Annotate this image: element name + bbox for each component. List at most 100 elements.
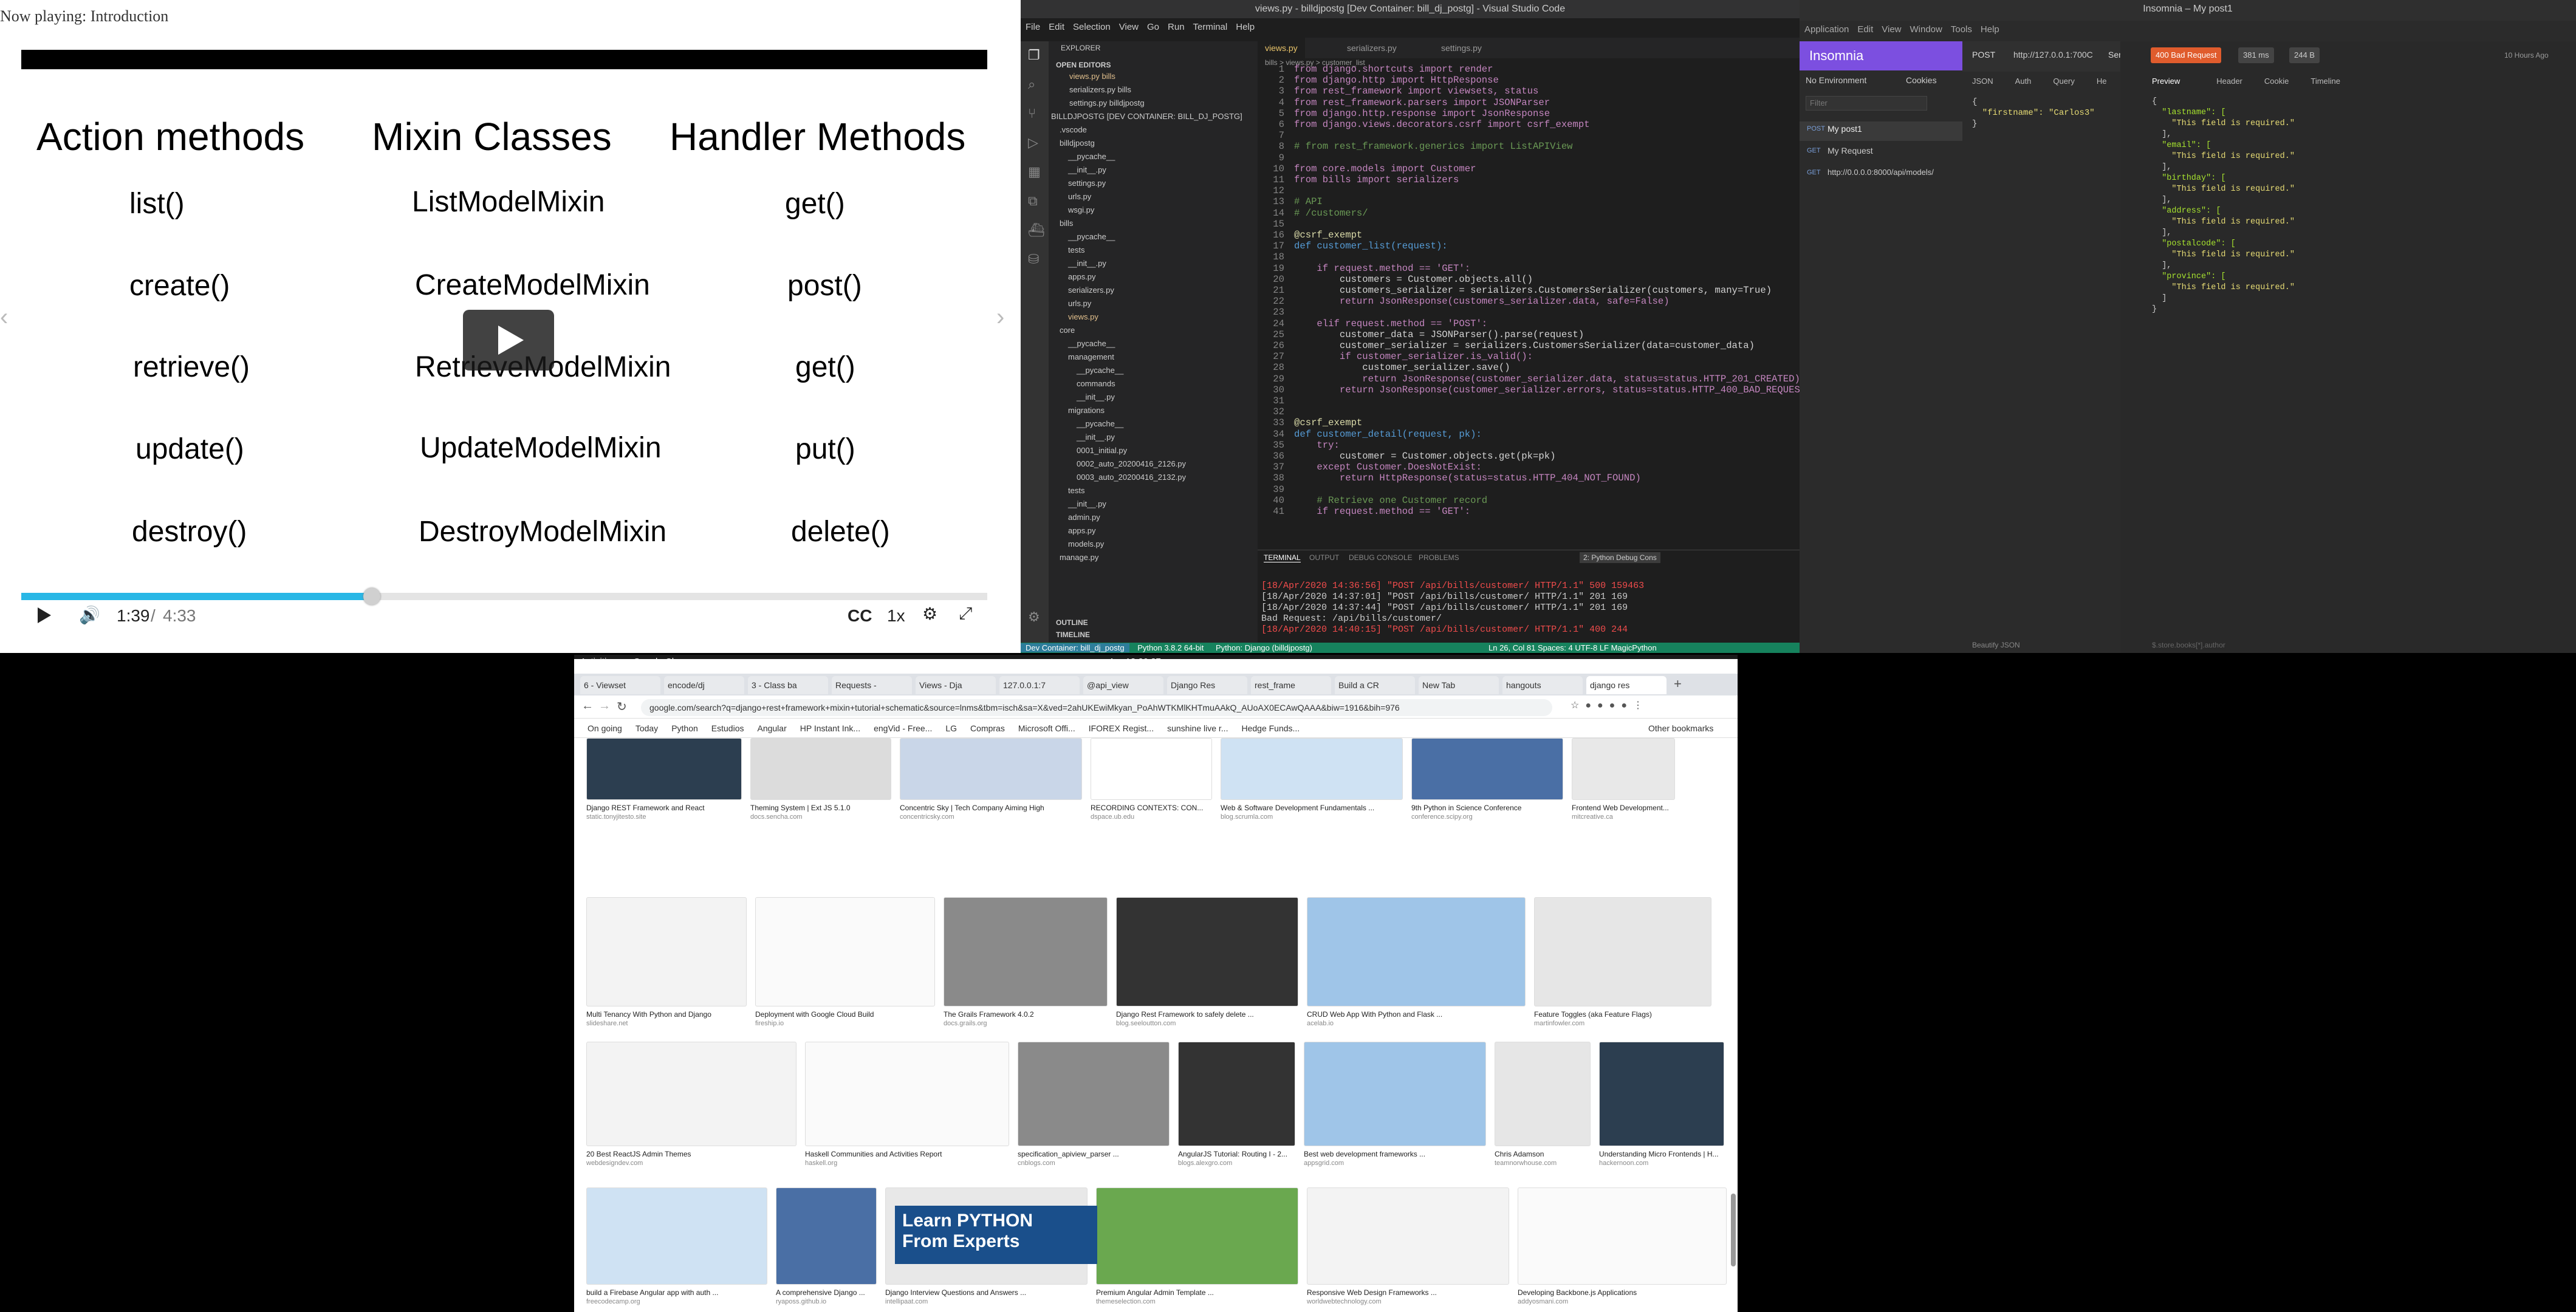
image-result[interactable]: Developing Backbone.js Applications addyo…: [1518, 1187, 1727, 1309]
menu-item[interactable]: File: [1026, 22, 1040, 32]
image-thumbnail[interactable]: [900, 738, 1082, 800]
browser-tab[interactable]: Django Res: [1167, 676, 1247, 694]
image-result[interactable]: Chris Adamson teamnorwhouse.com: [1495, 1042, 1591, 1170]
image-thumbnail[interactable]: [750, 738, 891, 800]
gear-icon[interactable]: ⚙: [922, 604, 937, 624]
menu-item[interactable]: Go: [1147, 22, 1159, 32]
code-editor[interactable]: 1 from django.shortcuts import render 2 fro…: [1258, 64, 1800, 550]
status-python[interactable]: Python 3.8.2 64-bit: [1137, 643, 1204, 652]
captions-icon[interactable]: CC: [848, 606, 872, 626]
image-thumbnail[interactable]: [586, 897, 747, 1006]
tab-cookie[interactable]: Cookie: [2264, 77, 2289, 86]
request-name[interactable]: My post1: [1828, 124, 1862, 134]
image-thumbnail[interactable]: [1096, 1187, 1298, 1285]
status-remote[interactable]: Dev Container: bill_dj_postg: [1021, 643, 1129, 652]
bookmark-item[interactable]: On going: [587, 723, 622, 733]
explorer-item[interactable]: bills: [1060, 219, 1073, 228]
explorer-item[interactable]: __init__.py: [1077, 392, 1115, 401]
image-caption[interactable]: Multi Tenancy With Python and Django: [586, 1010, 747, 1019]
image-result[interactable]: A comprehensive Django ... ryaposs.github…: [776, 1187, 877, 1309]
image-caption[interactable]: specification_apiview_parser ...: [1018, 1150, 1170, 1158]
explorer-item[interactable]: __pycache__: [1077, 419, 1123, 428]
image-caption[interactable]: Django Rest Framework to safely delete .…: [1116, 1010, 1298, 1019]
image-caption[interactable]: Chris Adamson: [1495, 1150, 1591, 1158]
progress-knob[interactable]: [363, 588, 381, 605]
timeline-section[interactable]: TIMELINE: [1056, 630, 1090, 639]
workspace-brand[interactable]: Insomnia: [1800, 41, 1962, 70]
image-thumbnail[interactable]: [944, 897, 1108, 1006]
jq-filter-input[interactable]: $.store.books[*].author: [2152, 641, 2225, 649]
url-input[interactable]: http://127.0.0.1:700C: [2013, 50, 2093, 60]
menu-item[interactable]: View: [1119, 22, 1139, 32]
image-thumbnail[interactable]: [1534, 897, 1711, 1006]
bookmark-item[interactable]: HP Instant Ink...: [800, 723, 860, 733]
scrollbar[interactable]: [1731, 1194, 1736, 1266]
image-result[interactable]: 9th Python in Science Conference conferen…: [1411, 738, 1563, 824]
explorer-item[interactable]: apps.py: [1068, 526, 1096, 535]
extension-icons[interactable]: ☆●●●●⋮: [1571, 699, 1649, 711]
files-icon[interactable]: ❐: [1028, 47, 1040, 63]
browser-tab[interactable]: django res: [1586, 676, 1667, 694]
progress-bar[interactable]: [21, 588, 987, 605]
browser-tab[interactable]: encode/dj: [664, 676, 744, 694]
browser-tab[interactable]: 127.0.0.1:7: [999, 676, 1080, 694]
explorer-item[interactable]: serializers.py bills: [1069, 85, 1131, 94]
explorer-item[interactable]: management: [1068, 352, 1114, 361]
image-caption[interactable]: AngularJS Tutorial: Routing I - 2...: [1178, 1150, 1295, 1158]
image-caption[interactable]: 20 Best ReactJS Admin Themes: [586, 1150, 796, 1158]
explorer-item[interactable]: tests: [1068, 486, 1084, 495]
image-caption[interactable]: Web & Software Development Fundamentals …: [1221, 804, 1403, 812]
tab-problems[interactable]: PROBLEMS: [1419, 553, 1459, 562]
menu-item[interactable]: Edit: [1049, 22, 1064, 32]
tab-headers[interactable]: He: [2097, 77, 2107, 86]
explorer-item[interactable]: settings.py: [1068, 179, 1106, 188]
image-result[interactable]: CRUD Web App With Python and Flask ... ac…: [1307, 897, 1526, 1031]
source-control-icon[interactable]: ⑂: [1028, 106, 1036, 121]
image-caption[interactable]: Best web development frameworks ...: [1304, 1150, 1486, 1158]
address-bar[interactable]: google.com/search?q=django+rest+framewor…: [641, 699, 1552, 716]
explorer-item[interactable]: urls.py: [1068, 192, 1091, 201]
explorer-item[interactable]: tests: [1068, 245, 1084, 255]
bookmark-item[interactable]: sunshine live r...: [1167, 723, 1228, 733]
image-result[interactable]: 20 Best ReactJS Admin Themes webdesigndev…: [586, 1042, 796, 1170]
forward-icon[interactable]: →: [598, 699, 611, 713]
image-caption[interactable]: Deployment with Google Cloud Build: [755, 1010, 935, 1019]
explorer-item[interactable]: BILLDJPOSTG [DEV CONTAINER: BILL_DJ_POST…: [1051, 112, 1242, 121]
menu-item[interactable]: Help: [1981, 24, 1999, 35]
explorer-item[interactable]: __init__.py: [1077, 432, 1115, 442]
bookmark-item[interactable]: Microsoft Offi...: [1018, 723, 1075, 733]
browser-tab[interactable]: New Tab: [1419, 676, 1499, 694]
image-result[interactable]: Premium Angular Admin Template ... themes…: [1096, 1187, 1298, 1309]
browser-tab[interactable]: rest_frame: [1251, 676, 1331, 694]
image-result[interactable]: build a Firebase Angular app with auth .…: [586, 1187, 767, 1309]
image-caption[interactable]: 9th Python in Science Conference: [1411, 804, 1563, 812]
environment-select[interactable]: No Environment: [1806, 75, 1866, 85]
image-thumbnail[interactable]: [805, 1042, 1009, 1146]
explorer-item[interactable]: admin.py: [1068, 513, 1100, 522]
explorer-item[interactable]: 0001_initial.py: [1077, 446, 1127, 455]
cookies-button[interactable]: Cookies: [1906, 75, 1937, 85]
explorer-item[interactable]: billdjpostg: [1060, 138, 1095, 148]
terminal-select[interactable]: 2: Python Debug Cons: [1580, 552, 1660, 563]
image-thumbnail[interactable]: [586, 1042, 796, 1146]
image-thumbnail[interactable]: [586, 1187, 767, 1285]
bookmark-item[interactable]: LG: [945, 723, 957, 733]
search-icon[interactable]: ⌕: [1028, 77, 1035, 92]
python-icon[interactable]: ⛁: [1028, 251, 1039, 267]
image-thumbnail[interactable]: [776, 1187, 877, 1285]
tab-preview[interactable]: Preview: [2152, 77, 2180, 86]
image-thumbnail[interactable]: [1307, 1187, 1509, 1285]
bookmark-item[interactable]: Compras: [970, 723, 1005, 733]
tab-serializers-py[interactable]: serializers.py: [1340, 38, 1404, 58]
explorer-item[interactable]: urls.py: [1068, 299, 1091, 308]
tab-debug-console[interactable]: DEBUG CONSOLE: [1349, 553, 1413, 562]
explorer-item[interactable]: settings.py billdjpostg: [1069, 98, 1145, 108]
image-result[interactable]: Django REST Framework and React static.to…: [586, 738, 742, 824]
menu-item[interactable]: View: [1882, 24, 1901, 35]
explorer-item[interactable]: views.py: [1068, 312, 1098, 321]
tab-auth[interactable]: Auth: [2015, 77, 2032, 86]
bookmark-item[interactable]: Today: [635, 723, 658, 733]
docker-icon[interactable]: ⛴: [1028, 222, 1045, 238]
browser-tab[interactable]: Views - Dja: [916, 676, 996, 694]
image-caption[interactable]: Haskell Communities and Activities Repor…: [805, 1150, 1009, 1158]
